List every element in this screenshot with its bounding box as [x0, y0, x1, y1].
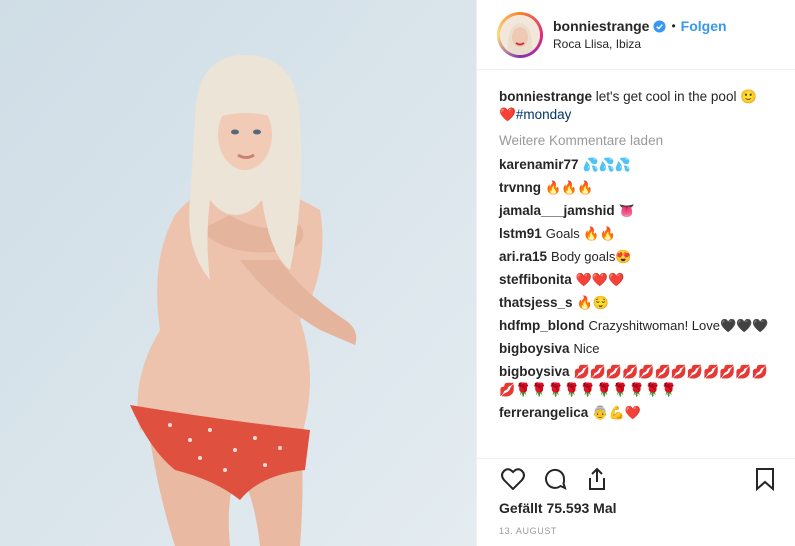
- header-separator: •: [671, 19, 676, 33]
- comment-item: bigboysiva Nice: [499, 340, 779, 358]
- comment-item: ari.ra15 Body goals😍: [499, 248, 779, 266]
- comment-text: Goals 🔥🔥: [545, 226, 616, 241]
- header-row: bonniestrange • Folgen: [553, 18, 727, 34]
- comment-item: hdfmp_blond Crazyshitwoman! Love🖤🖤🖤: [499, 317, 779, 335]
- post-photo[interactable]: [0, 0, 476, 546]
- comment-text: 🔥😌: [576, 295, 609, 310]
- comment-text: Body goals😍: [551, 249, 632, 264]
- comment-username[interactable]: ari.ra15: [499, 249, 547, 264]
- header-text: bonniestrange • Folgen Roca Llisa, Ibiza: [553, 18, 727, 51]
- share-icon: [589, 467, 605, 490]
- comment-username[interactable]: trvnng: [499, 180, 541, 195]
- caption-heart: ❤️: [499, 107, 516, 122]
- comment-text: 🔥🔥🔥: [545, 180, 594, 195]
- comment-text: ❤️❤️❤️: [575, 272, 625, 287]
- post-date: 13. AUGUST: [499, 526, 558, 536]
- comment-item: karenamir77 💦💦💦: [499, 156, 779, 174]
- comment-username[interactable]: jamala___jamshid: [499, 203, 615, 218]
- avatar[interactable]: [497, 11, 543, 58]
- comment-username[interactable]: bigboysiva: [499, 364, 570, 379]
- post-header: bonniestrange • Folgen Roca Llisa, Ibiza: [477, 0, 795, 70]
- comment-text: Nice: [573, 341, 600, 356]
- comment-button[interactable]: [541, 465, 569, 493]
- post-side-panel: bonniestrange • Folgen Roca Llisa, Ibiza…: [476, 0, 795, 546]
- instagram-post: bonniestrange • Folgen Roca Llisa, Ibiza…: [0, 0, 795, 546]
- follow-button[interactable]: Folgen: [681, 18, 727, 34]
- comment-item: trvnng 🔥🔥🔥: [499, 179, 779, 197]
- comment-item: steffibonita ❤️❤️❤️: [499, 271, 779, 289]
- comment-text: 👵💪❤️: [592, 405, 641, 420]
- caption-hashtag[interactable]: #monday: [516, 107, 572, 122]
- load-more-comments-button[interactable]: Weitere Kommentare laden: [499, 132, 779, 150]
- likes-count[interactable]: Gefällt 75.593 Mal: [477, 500, 795, 516]
- verified-badge-icon: [653, 19, 667, 33]
- comment-text: Crazyshitwoman! Love🖤🖤🖤: [588, 318, 769, 333]
- comment-username[interactable]: karenamir77: [499, 157, 579, 172]
- caption-text: let's get cool in the pool 🙂: [595, 89, 758, 104]
- like-button[interactable]: [499, 465, 527, 493]
- heart-icon: [501, 467, 525, 490]
- comment-username[interactable]: hdfmp_blond: [499, 318, 584, 333]
- comment-text: 👅: [618, 203, 635, 218]
- author-username[interactable]: bonniestrange: [553, 18, 649, 34]
- bookmark-icon: [756, 467, 774, 491]
- save-button[interactable]: [751, 465, 779, 493]
- comment-text: 💦💦💦: [582, 157, 632, 172]
- comment-username[interactable]: thatsjess_s: [499, 295, 573, 310]
- comment-username[interactable]: lstm91: [499, 226, 542, 241]
- comment-item: ferrerangelica 👵💪❤️: [499, 404, 779, 422]
- share-button[interactable]: [583, 465, 611, 493]
- comment-item: thatsjess_s 🔥😌: [499, 294, 779, 312]
- comments-section: bonniestrange let's get cool in the pool…: [477, 70, 795, 458]
- post-location[interactable]: Roca Llisa, Ibiza: [553, 37, 727, 51]
- comment-username[interactable]: bigboysiva: [499, 341, 570, 356]
- post-caption: bonniestrange let's get cool in the pool…: [499, 88, 779, 124]
- caption-username[interactable]: bonniestrange: [499, 89, 592, 104]
- comment-icon: [545, 468, 567, 490]
- comment-username[interactable]: steffibonita: [499, 272, 572, 287]
- action-bar: [477, 458, 795, 498]
- comment-username[interactable]: ferrerangelica: [499, 405, 588, 420]
- avatar-image: [500, 14, 540, 55]
- comment-item: jamala___jamshid 👅: [499, 202, 779, 220]
- comment-item: bigboysiva 💋💋💋💋💋💋💋💋💋💋💋💋💋🌹🌹🌹🌹🌹🌹🌹🌹🌹🌹: [499, 363, 779, 399]
- comment-item: lstm91 Goals 🔥🔥: [499, 225, 779, 243]
